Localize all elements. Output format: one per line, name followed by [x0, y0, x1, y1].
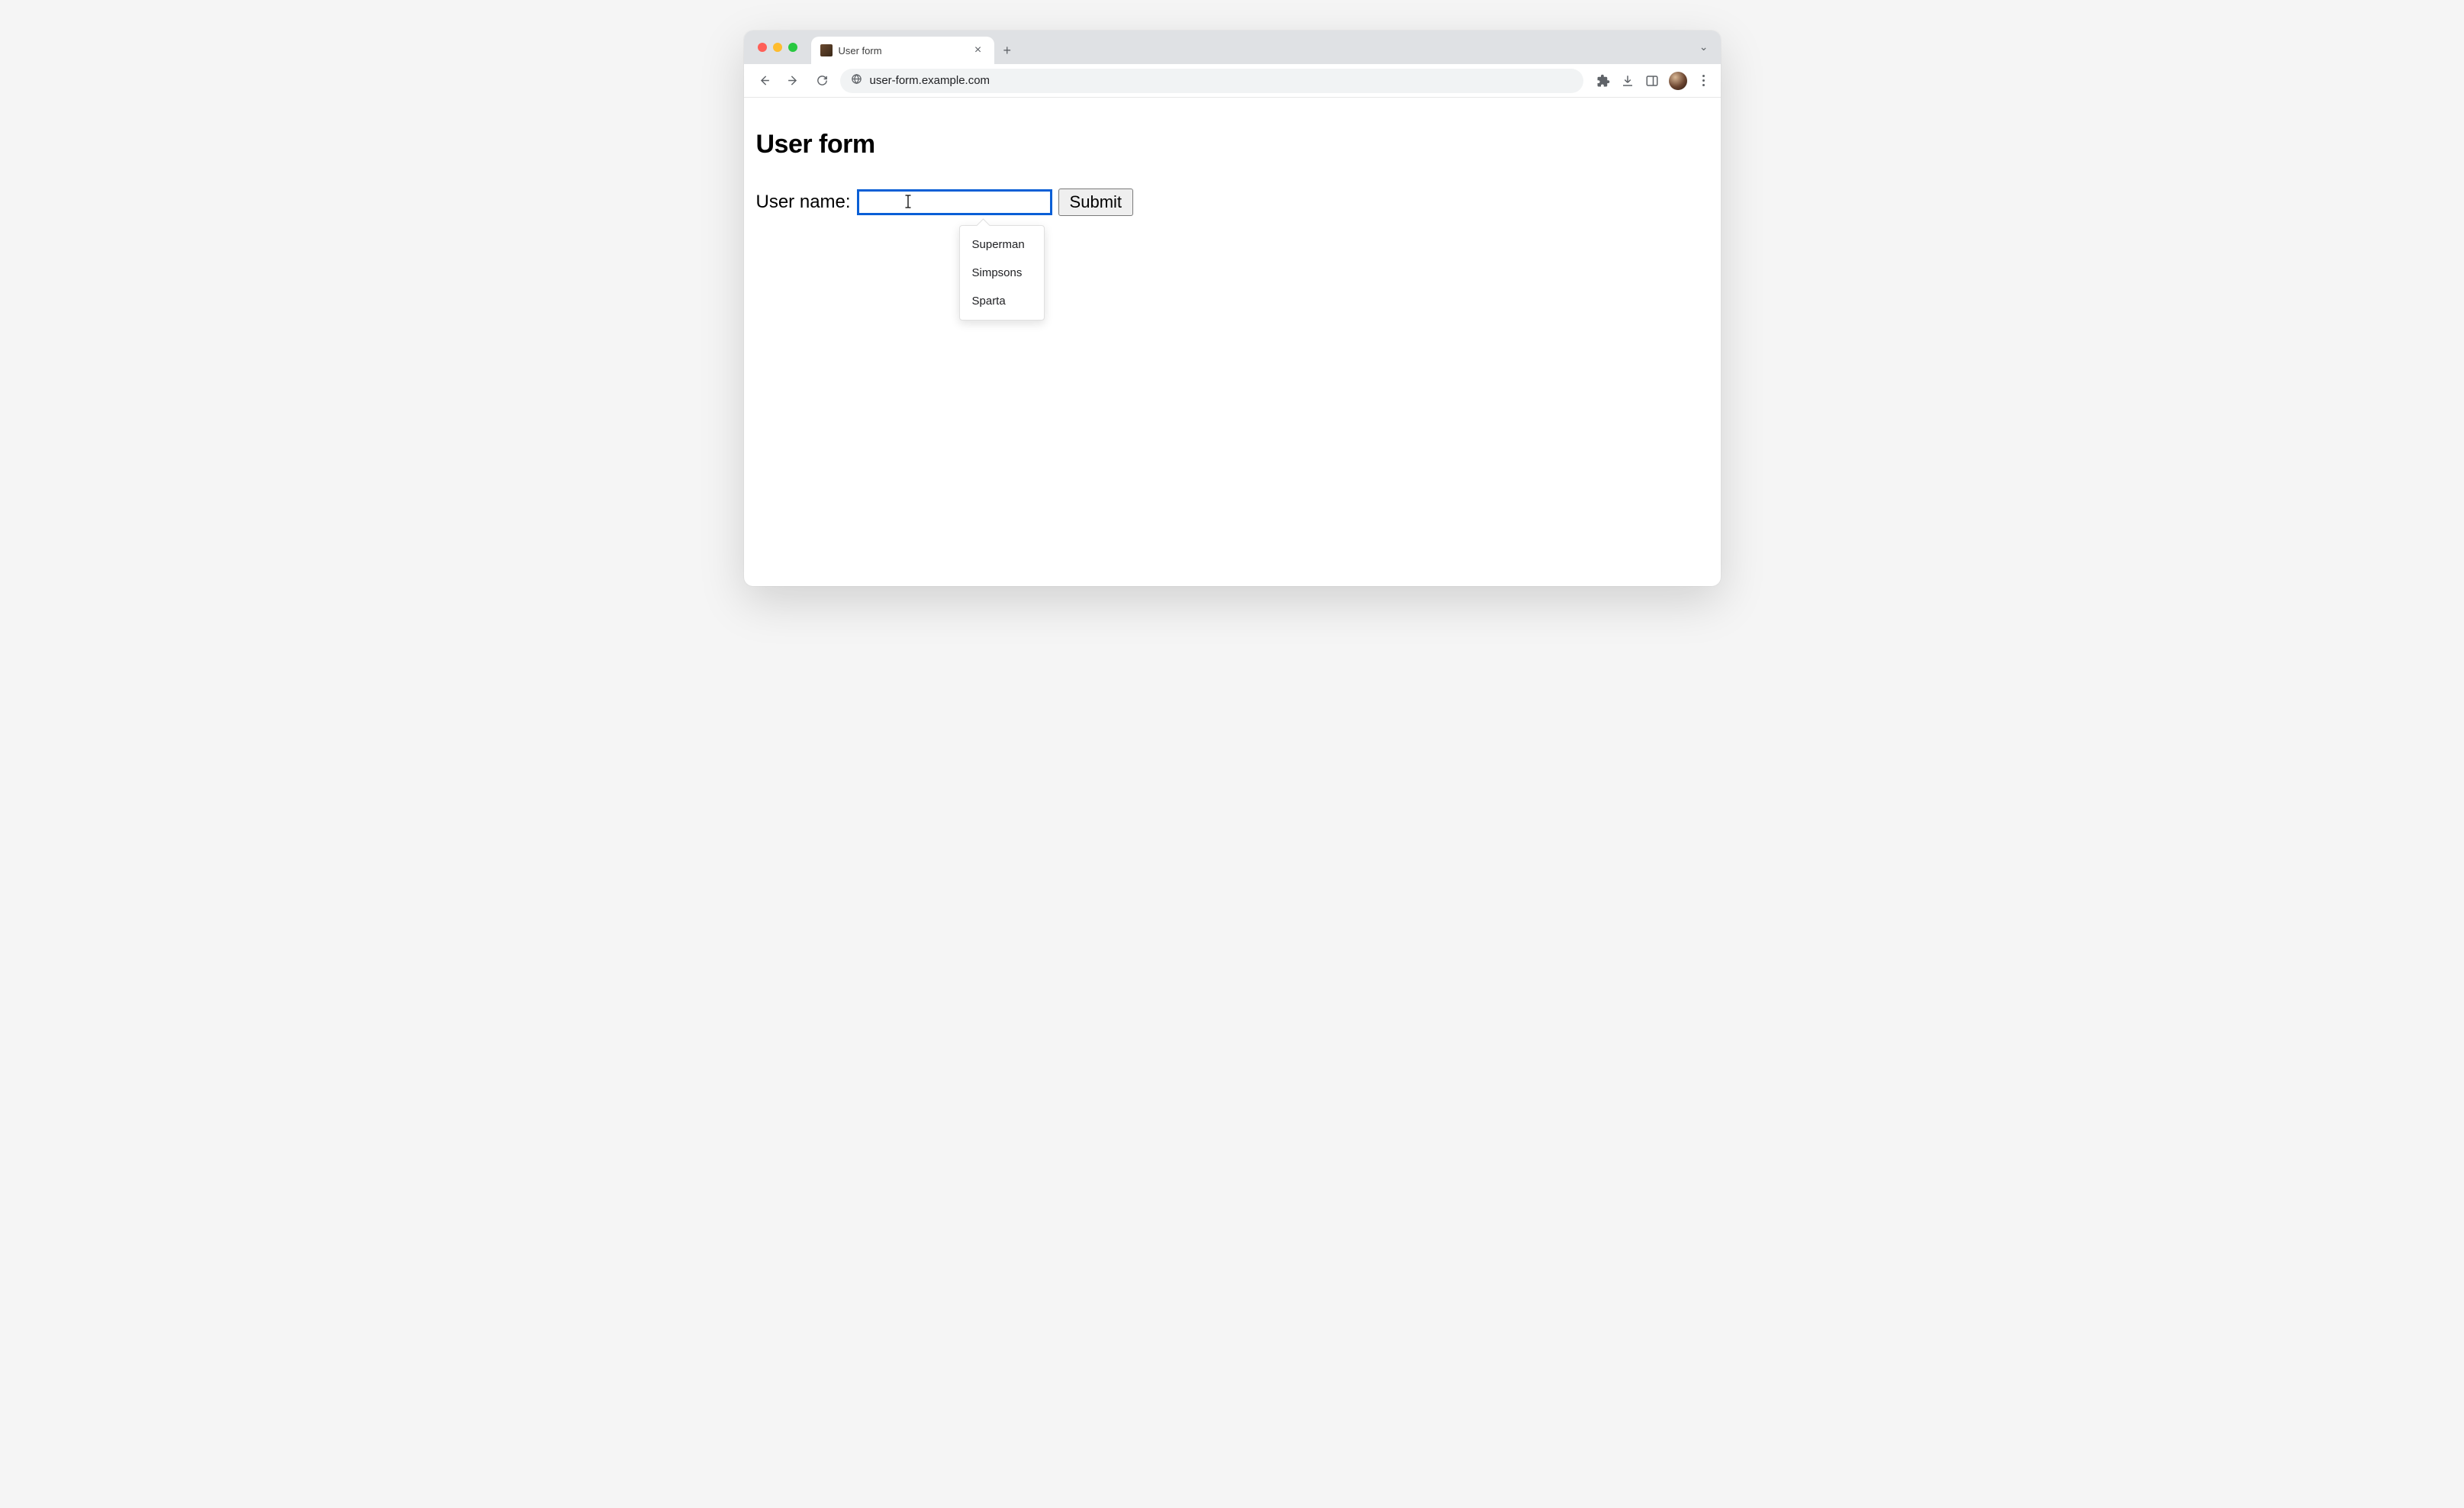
reload-icon: [816, 74, 829, 87]
autocomplete-item[interactable]: Superman: [960, 230, 1044, 259]
close-tab-icon[interactable]: ×: [971, 44, 985, 56]
puzzle-icon: [1596, 74, 1610, 88]
kebab-icon: [1702, 75, 1705, 86]
username-label: User name:: [756, 192, 851, 213]
page-content: User form User name: Submit Superman Sim…: [744, 98, 1721, 586]
forward-button[interactable]: [782, 69, 805, 92]
panel-icon: [1645, 74, 1659, 88]
menu-button[interactable]: [1696, 73, 1712, 89]
download-icon: [1621, 74, 1635, 88]
browser-tab[interactable]: User form ×: [811, 37, 994, 64]
autocomplete-item[interactable]: Simpsons: [960, 259, 1044, 287]
window-controls: [744, 43, 797, 52]
username-input[interactable]: [857, 189, 1052, 215]
back-button[interactable]: [753, 69, 776, 92]
reload-button[interactable]: [811, 69, 834, 92]
downloads-button[interactable]: [1620, 73, 1635, 89]
toolbar-actions: [1590, 72, 1712, 90]
chevron-down-icon: ⌄: [1699, 40, 1709, 53]
url-text: user-form.example.com: [870, 74, 990, 87]
autocomplete-item[interactable]: Sparta: [960, 287, 1044, 315]
submit-button[interactable]: Submit: [1058, 188, 1133, 216]
toolbar: user-form.example.com: [744, 64, 1721, 98]
autocomplete-dropdown: Superman Simpsons Sparta: [959, 225, 1045, 321]
browser-window: User form × + ⌄ user-form.example.com: [744, 31, 1721, 586]
page-title: User form: [756, 130, 1709, 160]
favicon-icon: [820, 44, 833, 56]
user-form-row: User name: Submit Superman Simpsons Spar…: [756, 188, 1709, 216]
arrow-left-icon: [758, 74, 771, 87]
address-bar[interactable]: user-form.example.com: [840, 69, 1583, 93]
globe-icon: [851, 73, 862, 88]
sidepanel-button[interactable]: [1644, 73, 1660, 89]
tab-title: User form: [839, 45, 965, 56]
window-close-button[interactable]: [758, 43, 767, 52]
titlebar: User form × + ⌄: [744, 31, 1721, 64]
extensions-button[interactable]: [1596, 73, 1611, 89]
window-maximize-button[interactable]: [788, 43, 797, 52]
profile-avatar[interactable]: [1669, 72, 1687, 90]
tabstrip-overflow[interactable]: ⌄: [1699, 40, 1721, 54]
window-minimize-button[interactable]: [773, 43, 782, 52]
new-tab-button[interactable]: +: [1003, 37, 1012, 64]
tab-strip: User form × +: [811, 31, 1012, 64]
arrow-right-icon: [787, 74, 800, 87]
